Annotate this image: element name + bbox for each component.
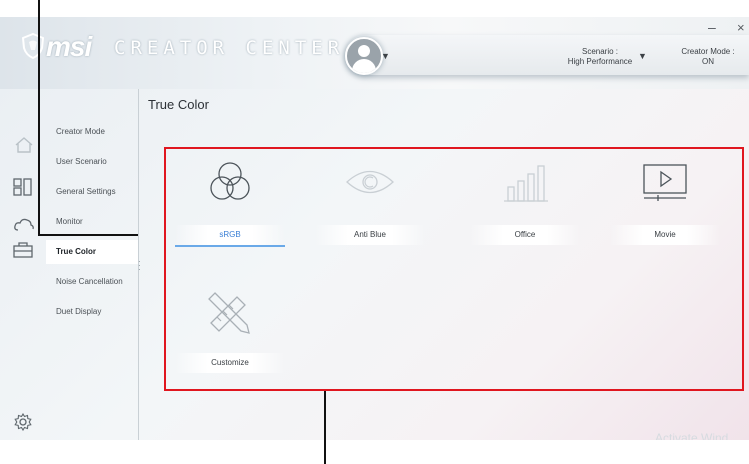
home-icon[interactable] (14, 135, 34, 155)
menu-item-general-settings[interactable]: General Settings (56, 180, 138, 204)
menu-item-noise-cancellation[interactable]: Noise Cancellation (56, 270, 138, 294)
avatar-dropdown-icon[interactable]: ▼ (381, 51, 390, 61)
menu-resize-handle[interactable]: · · · (138, 258, 141, 274)
menu-item-creator-mode[interactable]: Creator Mode (56, 120, 138, 144)
menu-item-duet-display[interactable]: Duet Display (56, 300, 138, 324)
menu-item-true-color[interactable]: True Color (46, 240, 138, 264)
cloud-icon[interactable] (13, 216, 35, 234)
msi-shield-icon (22, 33, 44, 59)
scenario-selector[interactable]: Scenario : High Performance (555, 47, 645, 67)
title-bar: msi CREATOR CENTER ▼ Scenario : High Per… (0, 17, 749, 89)
close-button[interactable]: × (737, 20, 745, 35)
menu-item-user-scenario[interactable]: User Scenario (56, 150, 138, 174)
highlight-box (164, 147, 744, 391)
page-title: True Color (148, 97, 209, 112)
callout-line-horizontal (38, 234, 138, 236)
avatar[interactable] (345, 37, 383, 75)
toolbox-icon[interactable] (12, 241, 34, 259)
activation-watermark: Activate Wind (655, 431, 729, 440)
grid-icon[interactable] (13, 178, 33, 196)
user-head (358, 45, 370, 57)
minimize-button[interactable]: – (708, 19, 716, 35)
creator-mode-value: ON (702, 57, 714, 66)
brand-logo: msi (46, 31, 92, 62)
scenario-label: Scenario : (581, 47, 619, 56)
settings-icon[interactable] (14, 413, 32, 431)
callout-line-vertical (38, 0, 40, 236)
user-body (352, 59, 376, 73)
menu-item-monitor[interactable]: Monitor (56, 210, 138, 234)
creator-mode-label: Creator Mode : (681, 47, 735, 56)
scenario-value: High Performance (567, 57, 633, 66)
callout-line-bottom (324, 391, 326, 464)
settings-menu: Creator Mode User Scenario General Setti… (46, 89, 139, 440)
creator-mode-status[interactable]: Creator Mode : ON (672, 47, 744, 67)
product-name: CREATOR CENTER (114, 37, 345, 59)
scenario-dropdown-icon[interactable]: ▼ (638, 51, 647, 61)
